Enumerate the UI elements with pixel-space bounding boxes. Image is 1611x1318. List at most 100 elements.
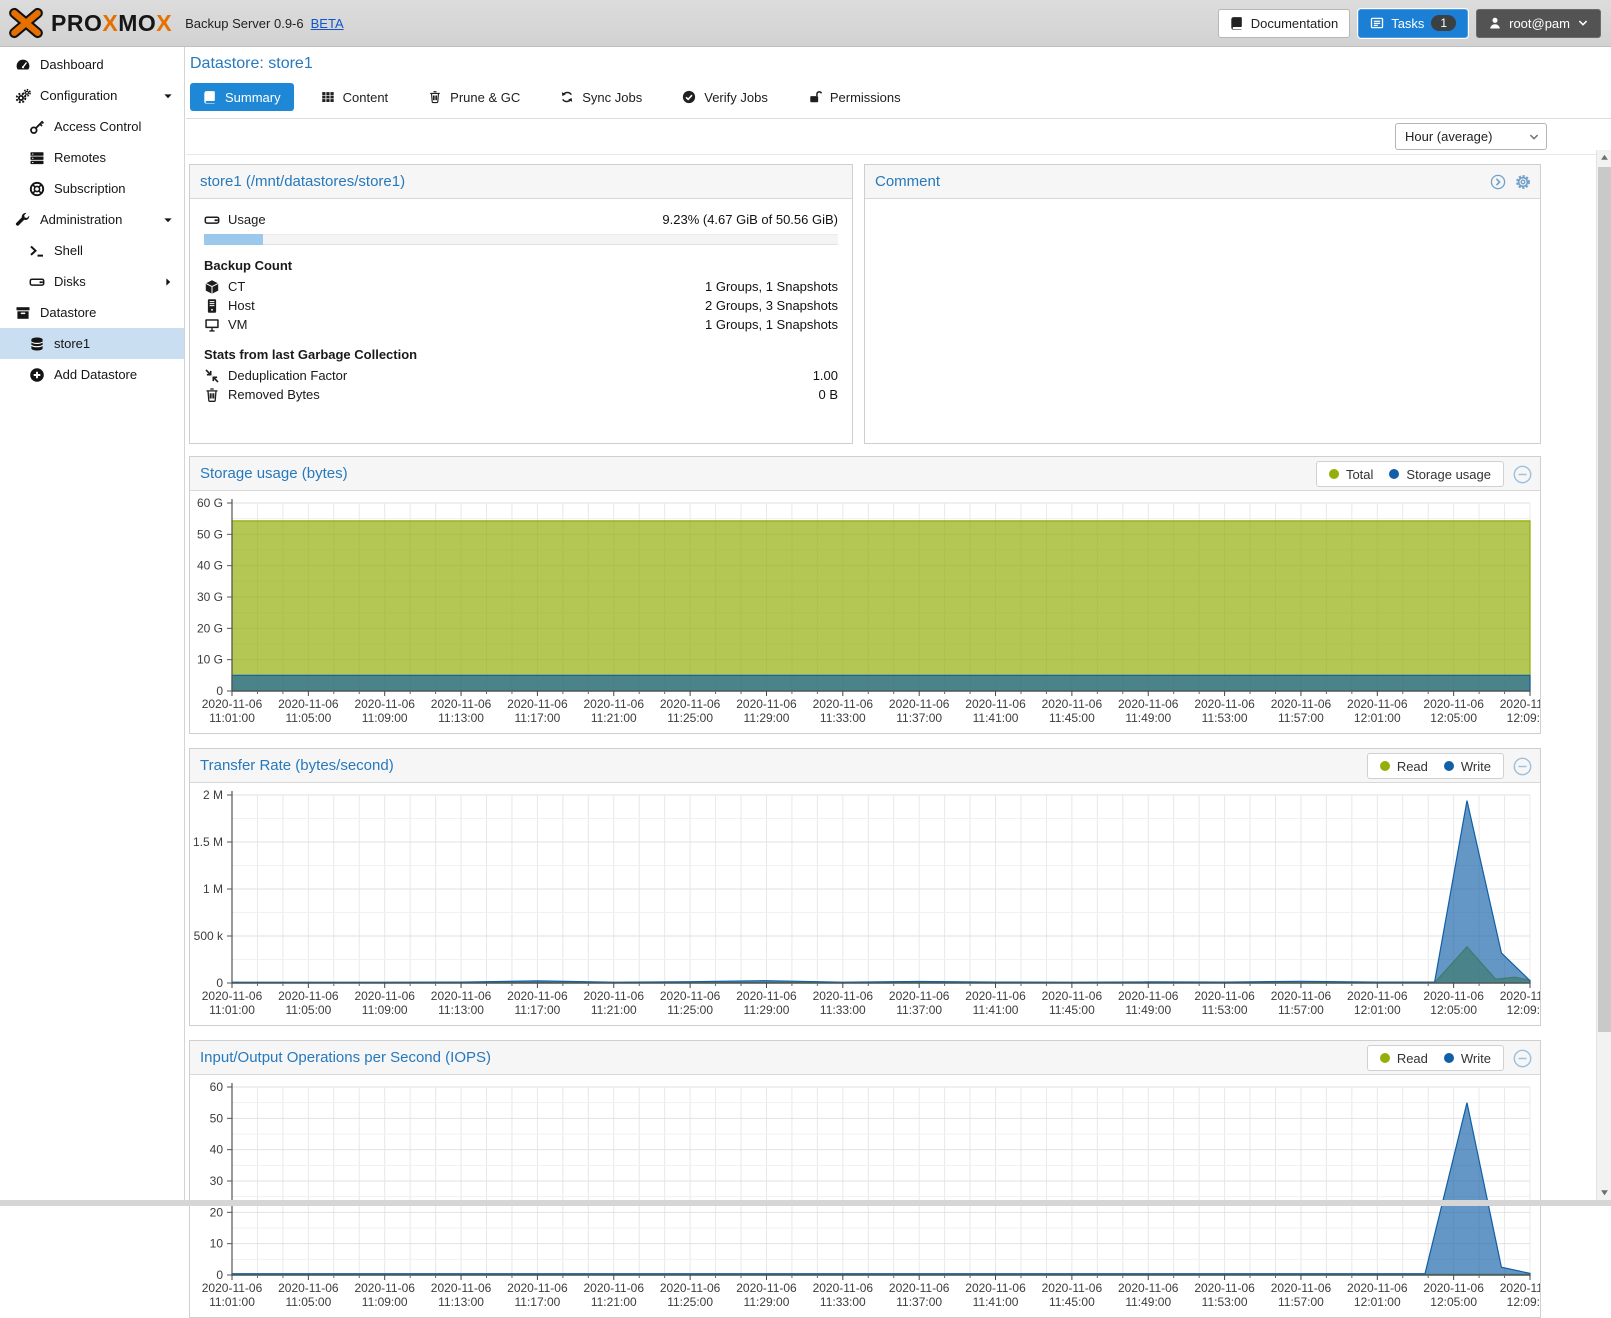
documentation-button[interactable]: Documentation [1218, 9, 1350, 38]
usage-progress-fill [204, 234, 263, 245]
sidebar-item-configuration[interactable]: Configuration [0, 80, 184, 111]
sidebar-item-datastore[interactable]: Datastore [0, 297, 184, 328]
trash-icon [428, 90, 442, 104]
page-header: Datastore: store1 Summary Content Prune & … [186, 47, 1611, 119]
svg-text:2020-11-06: 2020-11-06 [1194, 697, 1255, 711]
svg-text:2020-11-06: 2020-11-06 [1347, 697, 1408, 711]
sidebar-item-add-datastore[interactable]: Add Datastore [0, 359, 184, 390]
sidebar-item-access-control[interactable]: Access Control [0, 111, 184, 142]
datastore-summary-header: store1 (/mnt/datastores/store1) [190, 165, 852, 199]
svg-text:12:01:00: 12:01:00 [1354, 1003, 1401, 1017]
tab-summary[interactable]: Summary [190, 83, 294, 111]
sidebar-item-administration[interactable]: Administration [0, 204, 184, 235]
svg-text:12:05:00: 12:05:00 [1430, 1003, 1477, 1017]
legend-item-read[interactable]: Read [1380, 759, 1428, 774]
svg-text:12:01:00: 12:01:00 [1354, 1295, 1401, 1309]
chevron-right-circle-icon[interactable] [1490, 174, 1506, 190]
gears-icon [15, 88, 31, 104]
time-range-select[interactable]: Hour (average) [1395, 123, 1547, 150]
minus-circle-icon[interactable] [1513, 465, 1532, 484]
tab-sync-jobs[interactable]: Sync Jobs [547, 83, 655, 111]
gear-icon[interactable] [1515, 174, 1531, 190]
svg-text:11:21:00: 11:21:00 [591, 711, 637, 725]
caret-down-icon[interactable] [162, 90, 174, 102]
time-range-value: Hour (average) [1405, 129, 1492, 144]
svg-text:2020-11-06: 2020-11-06 [1347, 989, 1408, 1003]
legend-item-storage-usage[interactable]: Storage usage [1389, 467, 1491, 482]
svg-text:11:45:00: 11:45:00 [1049, 1003, 1095, 1017]
transfer-rate-chart: 0500 k1 M1.5 M2 M2020-11-0611:01:002020-… [190, 783, 1540, 1025]
svg-text:20: 20 [210, 1205, 224, 1219]
svg-text:2020-11-06: 2020-11-06 [507, 989, 568, 1003]
svg-text:11:01:00: 11:01:00 [209, 1003, 255, 1017]
stat-label: CT [228, 279, 705, 294]
caret-down-icon[interactable] [162, 214, 174, 226]
tab-label: Verify Jobs [704, 90, 768, 105]
svg-text:2020-11-06: 2020-11-06 [354, 697, 415, 711]
minus-circle-icon[interactable] [1513, 1049, 1532, 1068]
svg-text:11:45:00: 11:45:00 [1049, 1295, 1095, 1309]
minus-circle-icon[interactable] [1513, 757, 1532, 776]
svg-text:11:33:00: 11:33:00 [820, 711, 866, 725]
sidebar-item-dashboard[interactable]: Dashboard [0, 49, 184, 80]
legend-item-read[interactable]: Read [1380, 1051, 1428, 1066]
svg-text:40: 40 [210, 1143, 224, 1157]
legend-dot-icon [1444, 761, 1454, 771]
tab-label: Sync Jobs [582, 90, 642, 105]
svg-text:11:17:00: 11:17:00 [514, 1295, 560, 1309]
sidebar-item-remotes[interactable]: Remotes [0, 142, 184, 173]
backup-count-heading: Backup Count [204, 258, 838, 273]
sidebar-item-store1[interactable]: store1 [0, 328, 184, 359]
scroll-down-icon[interactable] [1600, 1188, 1609, 1197]
tab-prune-gc[interactable]: Prune & GC [415, 83, 533, 111]
scroll-up-icon[interactable] [1600, 153, 1609, 162]
terminal-icon [29, 243, 45, 259]
svg-text:11:37:00: 11:37:00 [896, 1295, 942, 1309]
svg-text:11:13:00: 11:13:00 [438, 1295, 484, 1309]
svg-text:12:05:00: 12:05:00 [1430, 711, 1477, 725]
iops-chart: 01020304050602020-11-0611:01:002020-11-0… [190, 1075, 1540, 1317]
svg-text:2 M: 2 M [203, 788, 223, 802]
compress-icon [204, 368, 220, 384]
storage-usage-chart: 010 G20 G30 G40 G50 G60 G2020-11-0611:01… [190, 491, 1540, 733]
user-menu-button[interactable]: root@pam [1476, 9, 1601, 38]
user-icon [1488, 16, 1502, 30]
svg-text:11:09:00: 11:09:00 [362, 1295, 408, 1309]
legend-item-write[interactable]: Write [1444, 759, 1491, 774]
tab-verify-jobs[interactable]: Verify Jobs [669, 83, 781, 111]
sidebar-item-disks[interactable]: Disks [0, 266, 184, 297]
vertical-scrollbar[interactable] [1596, 150, 1611, 1200]
legend-item-total[interactable]: Total [1329, 467, 1373, 482]
caret-right-icon[interactable] [162, 276, 174, 288]
sidebar-item-subscription[interactable]: Subscription [0, 173, 184, 204]
legend-dot-icon [1380, 1053, 1390, 1063]
tab-label: Prune & GC [450, 90, 520, 105]
legend-label: Storage usage [1406, 467, 1491, 482]
legend-item-write[interactable]: Write [1444, 1051, 1491, 1066]
stat-row-deduplication-factor: Deduplication Factor1.00 [204, 366, 838, 385]
svg-text:11:53:00: 11:53:00 [1202, 1295, 1248, 1309]
storage-usage-title: Storage usage (bytes) [200, 465, 348, 482]
comment-body[interactable] [865, 199, 1540, 443]
tab-content[interactable]: Content [308, 83, 402, 111]
svg-text:2020-11-06: 2020-11-06 [202, 1281, 263, 1295]
page-title: Datastore: store1 [190, 55, 1611, 73]
stat-row-host: Host2 Groups, 3 Snapshots [204, 296, 838, 315]
svg-text:2020-11-06: 2020-11-06 [1423, 989, 1484, 1003]
iops-panel: Input/Output Operations per Second (IOPS… [189, 1040, 1541, 1318]
tab-permissions[interactable]: Permissions [795, 83, 914, 111]
transfer-rate-legend: Read Write [1367, 753, 1504, 779]
svg-text:11:45:00: 11:45:00 [1049, 711, 1095, 725]
svg-text:2020-11-06: 2020-11-06 [1500, 697, 1540, 711]
datastore-summary-body: Usage 9.23% (4.67 GiB of 50.56 GiB) Back… [190, 199, 852, 443]
svg-text:2020-11-06: 2020-11-06 [1347, 1281, 1408, 1295]
tab-label: Permissions [830, 90, 901, 105]
scrollbar-thumb[interactable] [1598, 167, 1611, 1032]
datastore-summary-title: store1 (/mnt/datastores/store1) [200, 173, 405, 190]
tasks-button[interactable]: Tasks 1 [1358, 9, 1468, 38]
beta-link[interactable]: BETA [311, 16, 344, 31]
svg-text:40 G: 40 G [197, 559, 223, 573]
legend-label: Total [1346, 467, 1373, 482]
svg-text:2020-11-06: 2020-11-06 [813, 989, 874, 1003]
sidebar-item-shell[interactable]: Shell [0, 235, 184, 266]
